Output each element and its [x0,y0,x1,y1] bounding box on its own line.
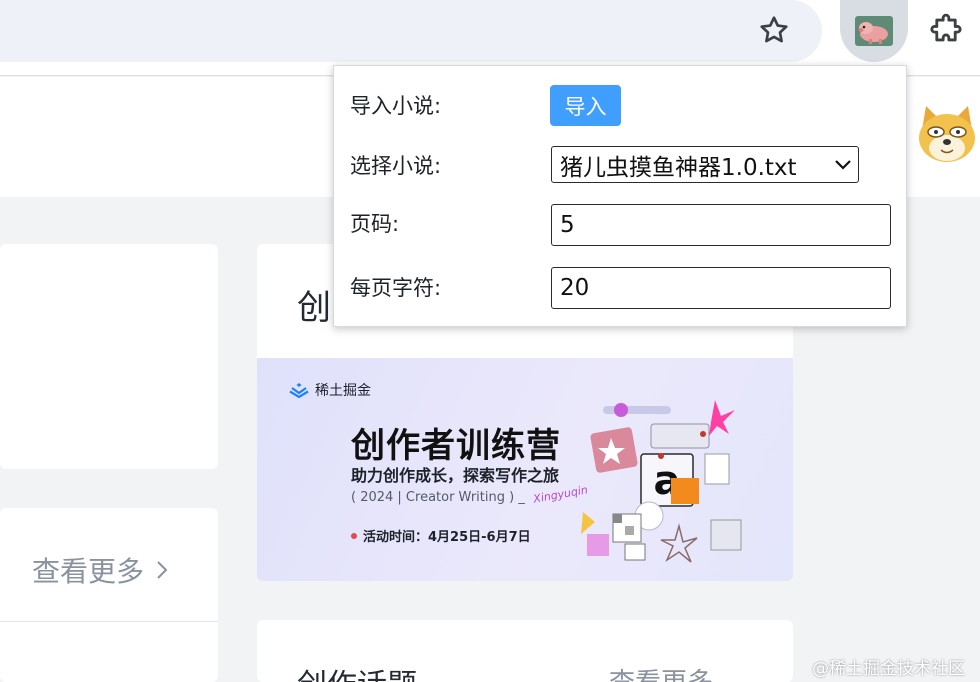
topics-more-link[interactable]: 查看更多 [609,662,713,682]
view-more-card: 查看更多 [0,508,218,682]
banner-illustration: a [581,400,742,563]
brand-text: 稀土掘金 [315,383,371,399]
import-button[interactable]: 导入 [550,85,621,126]
puzzle-piece-icon[interactable] [920,6,972,54]
import-novel-label: 导入小说: [350,94,442,118]
banner-subtitle: 助力创作成长，探索写作之旅 [351,466,560,485]
doge-avatar-icon[interactable] [914,100,980,166]
banner-title: 创作者训练营 [351,426,561,466]
chevron-right-icon [157,561,168,579]
chars-per-page-label: 每页字符: [350,276,442,300]
banner-date: 活动时间：4月25日-6月7日 [351,526,531,545]
creation-card-title: 创 [297,288,331,328]
sidebar-card [0,244,218,469]
chevron-down-icon [828,159,858,171]
topics-title: 创作话题 [297,660,417,682]
banner-note: ( 2024 | Creator Writing ) _ [351,490,525,505]
juejin-brand: 稀土掘金 [289,380,371,400]
novel-select[interactable]: 猪儿虫摸鱼神器1.0.txt [551,146,859,183]
divider [0,621,218,622]
novel-reader-popup: 导入小说: 导入 选择小说: 猪儿虫摸鱼神器1.0.txt 页码: 每页字符: [333,65,907,327]
topics-card: 创作话题 查看更多 [257,620,793,682]
novel-select-value: 猪儿虫摸鱼神器1.0.txt [560,154,797,181]
select-novel-label: 选择小说: [350,154,442,178]
juejin-logo-icon [289,383,309,398]
address-bar[interactable] [0,0,822,62]
chars-per-page-input[interactable] [551,267,891,309]
banner-date-text: 活动时间：4月25日-6月7日 [363,530,531,545]
creator-camp-banner[interactable]: 稀土掘金 创作者训练营 助力创作成长，探索写作之旅 ( 2024 | Creat… [257,358,793,581]
view-more-link[interactable]: 查看更多 [32,550,170,590]
page-number-label: 页码: [350,212,400,236]
bookmark-star-icon[interactable] [752,8,796,52]
page-number-input[interactable] [551,204,891,246]
topics-more-label: 查看更多 [609,668,713,682]
watermark: @稀土掘金技术社区 [812,659,965,679]
view-more-label: 查看更多 [32,555,145,588]
date-dot-icon [351,532,357,539]
pig-extension-icon[interactable] [840,0,908,62]
